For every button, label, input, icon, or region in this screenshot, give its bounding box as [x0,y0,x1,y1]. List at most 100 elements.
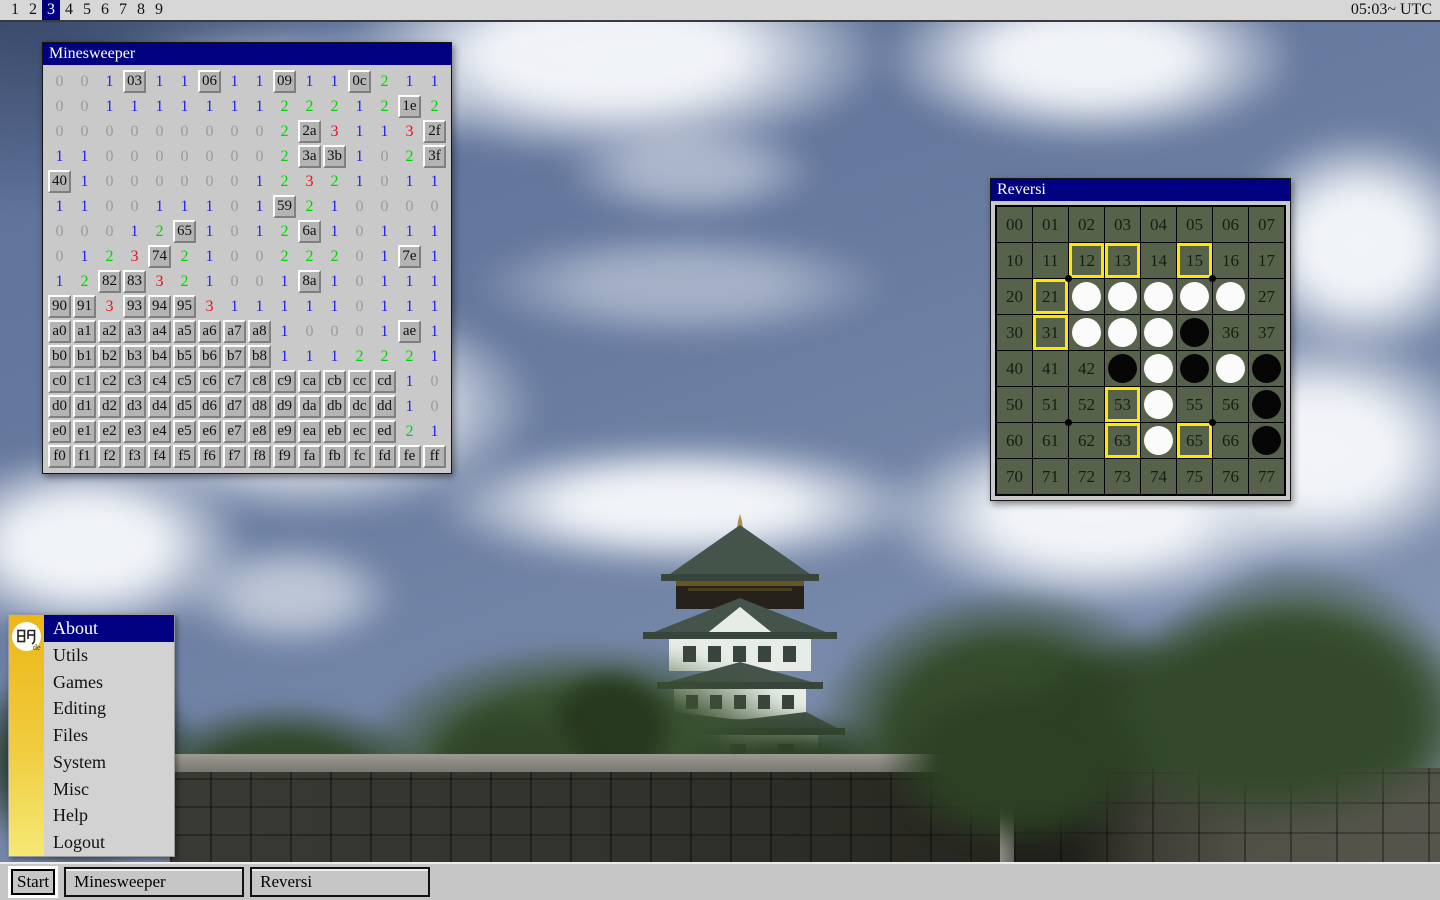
ms-cell-a2[interactable]: a2 [98,320,121,343]
ms-cell-cc[interactable]: cc [348,370,371,393]
ms-cell-95[interactable]: 95 [173,295,196,318]
ms-cell-fa[interactable]: fa [298,445,321,468]
workspace-4[interactable]: 4 [60,0,78,20]
reversi-cell-04[interactable]: 04 [1141,207,1176,242]
workspace-7[interactable]: 7 [114,0,132,20]
reversi-cell-03[interactable]: 03 [1105,207,1140,242]
reversi-cell-47[interactable] [1249,351,1284,386]
reversi-cell-72[interactable]: 72 [1069,459,1104,494]
ms-cell-b3[interactable]: b3 [123,345,146,368]
reversi-cell-64[interactable] [1141,423,1176,458]
ms-cell-a6[interactable]: a6 [198,320,221,343]
reversi-cell-57[interactable] [1249,387,1284,422]
ms-cell-b5[interactable]: b5 [173,345,196,368]
ms-cell-cb[interactable]: cb [323,370,346,393]
ms-cell-f2[interactable]: f2 [98,445,121,468]
ms-cell-ff[interactable]: ff [423,445,446,468]
ms-cell-d1[interactable]: d1 [73,395,96,418]
workspace-9[interactable]: 9 [150,0,168,20]
ms-cell-e2[interactable]: e2 [98,420,121,443]
ms-cell-f9[interactable]: f9 [273,445,296,468]
ms-cell-d7[interactable]: d7 [223,395,246,418]
ms-cell-f7[interactable]: f7 [223,445,246,468]
reversi-cell-40[interactable]: 40 [997,351,1032,386]
ms-cell-2f[interactable]: 2f [423,120,446,143]
ms-cell-e4[interactable]: e4 [148,420,171,443]
workspace-2[interactable]: 2 [24,0,42,20]
menu-item-utils[interactable]: Utils [44,642,174,669]
ms-cell-93[interactable]: 93 [123,295,146,318]
ms-cell-f5[interactable]: f5 [173,445,196,468]
ms-cell-e6[interactable]: e6 [198,420,221,443]
reversi-cell-53[interactable]: 53 [1105,387,1140,422]
ms-cell-83[interactable]: 83 [123,270,146,293]
ms-cell-91[interactable]: 91 [73,295,96,318]
reversi-cell-45[interactable] [1177,351,1212,386]
ms-cell-e0[interactable]: e0 [48,420,71,443]
reversi-cell-37[interactable]: 37 [1249,315,1284,350]
ms-cell-c5[interactable]: c5 [173,370,196,393]
ms-cell-c8[interactable]: c8 [248,370,271,393]
ms-cell-d8[interactable]: d8 [248,395,271,418]
reversi-cell-50[interactable]: 50 [997,387,1032,422]
ms-cell-ae[interactable]: ae [398,320,421,343]
ms-cell-8a[interactable]: 8a [298,270,321,293]
ms-cell-f0[interactable]: f0 [48,445,71,468]
menu-item-logout[interactable]: Logout [44,829,174,856]
reversi-cell-54[interactable] [1141,387,1176,422]
ms-cell-a7[interactable]: a7 [223,320,246,343]
menu-item-editing[interactable]: Editing [44,695,174,722]
ms-cell-b1[interactable]: b1 [73,345,96,368]
ms-cell-f8[interactable]: f8 [248,445,271,468]
ms-cell-c3[interactable]: c3 [123,370,146,393]
reversi-cell-26[interactable] [1213,279,1248,314]
reversi-cell-25[interactable] [1177,279,1212,314]
ms-cell-65[interactable]: 65 [173,220,196,243]
ms-cell-f3[interactable]: f3 [123,445,146,468]
menu-item-about[interactable]: About [44,615,174,642]
ms-cell-0c[interactable]: 0c [348,70,371,93]
ms-cell-c7[interactable]: c7 [223,370,246,393]
ms-cell-82[interactable]: 82 [98,270,121,293]
reversi-cell-66[interactable]: 66 [1213,423,1248,458]
ms-cell-3b[interactable]: 3b [323,145,346,168]
ms-cell-a3[interactable]: a3 [123,320,146,343]
reversi-cell-33[interactable] [1105,315,1140,350]
reversi-cell-51[interactable]: 51 [1033,387,1068,422]
ms-cell-59[interactable]: 59 [273,195,296,218]
ms-cell-ca[interactable]: ca [298,370,321,393]
reversi-cell-42[interactable]: 42 [1069,351,1104,386]
ms-cell-cd[interactable]: cd [373,370,396,393]
reversi-cell-02[interactable]: 02 [1069,207,1104,242]
menu-item-help[interactable]: Help [44,802,174,829]
ms-cell-09[interactable]: 09 [273,70,296,93]
ms-cell-94[interactable]: 94 [148,295,171,318]
ms-cell-2a[interactable]: 2a [298,120,321,143]
taskbar-task-reversi[interactable]: Reversi [250,867,430,897]
reversi-cell-23[interactable] [1105,279,1140,314]
ms-cell-db[interactable]: db [323,395,346,418]
ms-cell-e5[interactable]: e5 [173,420,196,443]
reversi-cell-63[interactable]: 63 [1105,423,1140,458]
ms-cell-1e[interactable]: 1e [398,95,421,118]
reversi-cell-62[interactable]: 62 [1069,423,1104,458]
ms-cell-fc[interactable]: fc [348,445,371,468]
ms-cell-f4[interactable]: f4 [148,445,171,468]
reversi-cell-60[interactable]: 60 [997,423,1032,458]
reversi-cell-20[interactable]: 20 [997,279,1032,314]
ms-cell-a8[interactable]: a8 [248,320,271,343]
ms-cell-d5[interactable]: d5 [173,395,196,418]
ms-cell-f1[interactable]: f1 [73,445,96,468]
reversi-cell-43[interactable] [1105,351,1140,386]
ms-cell-c9[interactable]: c9 [273,370,296,393]
ms-cell-40[interactable]: 40 [48,170,71,193]
reversi-cell-77[interactable]: 77 [1249,459,1284,494]
ms-cell-b0[interactable]: b0 [48,345,71,368]
reversi-cell-46[interactable] [1213,351,1248,386]
reversi-cell-12[interactable]: 12 [1069,243,1104,278]
workspace-5[interactable]: 5 [78,0,96,20]
reversi-cell-24[interactable] [1141,279,1176,314]
minesweeper-titlebar[interactable]: Minesweeper [43,43,451,65]
reversi-cell-35[interactable] [1177,315,1212,350]
ms-cell-e3[interactable]: e3 [123,420,146,443]
